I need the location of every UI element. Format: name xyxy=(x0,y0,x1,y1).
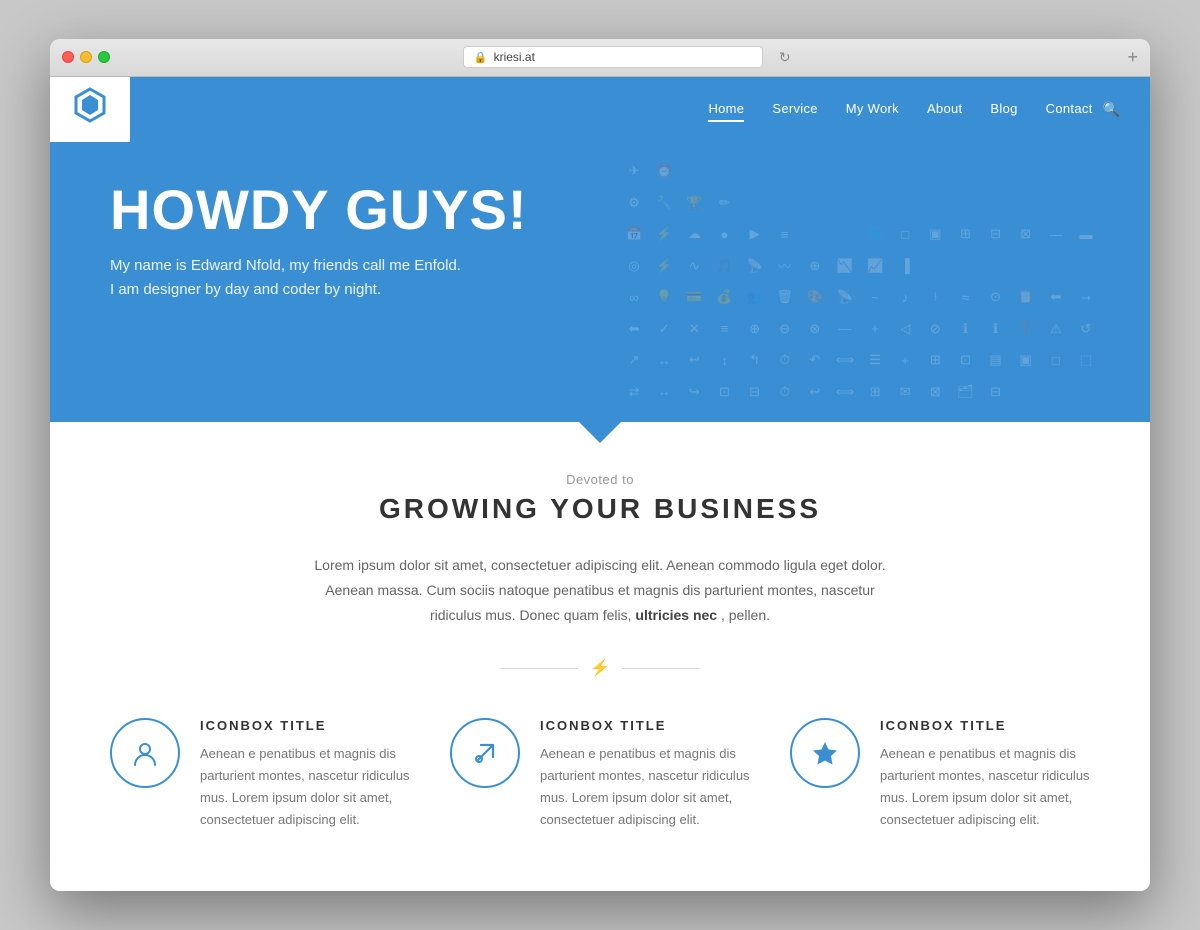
iconbox-2-title: ICONBOX TITLE xyxy=(540,718,750,733)
hero-section: HOWDY GUYS! My name is Edward Nfold, my … xyxy=(50,142,1150,422)
lightning-icon: ⚡ xyxy=(590,658,610,678)
new-tab-button[interactable]: + xyxy=(1127,48,1138,66)
section-title: GROWING YOUR BUSINESS xyxy=(110,493,1090,525)
iconbox-3-text: Aenean e penatibus et magnis dis parturi… xyxy=(880,743,1090,831)
devoted-label: Devoted to xyxy=(110,472,1090,487)
divider-line-left xyxy=(500,668,578,669)
iconbox-1-text: Aenean e penatibus et magnis dis parturi… xyxy=(200,743,410,831)
navbar: Home Service My Work About Blog Contact … xyxy=(50,77,1150,142)
url-text: kriesi.at xyxy=(494,50,535,64)
iconbox-3: ICONBOX TITLE Aenean e penatibus et magn… xyxy=(790,718,1090,831)
divider-line-right xyxy=(622,668,700,669)
nav-item-home[interactable]: Home xyxy=(708,100,744,118)
iconbox-2-text: Aenean e penatibus et magnis dis parturi… xyxy=(540,743,750,831)
logo-box[interactable] xyxy=(50,77,130,142)
address-bar-container: 🔒 kriesi.at ↻ xyxy=(126,46,1127,68)
close-button[interactable] xyxy=(62,51,74,63)
search-icon[interactable]: 🔍 xyxy=(1103,101,1120,118)
website-content: Home Service My Work About Blog Contact … xyxy=(50,77,1150,892)
nav-item-contact[interactable]: Contact xyxy=(1046,100,1093,118)
nav-item-service[interactable]: Service xyxy=(772,100,817,118)
iconbox-3-icon xyxy=(790,718,860,788)
refresh-button[interactable]: ↻ xyxy=(779,49,791,66)
browser-traffic-lights xyxy=(62,51,110,63)
nav-item-about[interactable]: About xyxy=(927,100,962,118)
iconbox-2-icon xyxy=(450,718,520,788)
iconbox-1-content: ICONBOX TITLE Aenean e penatibus et magn… xyxy=(200,718,410,831)
browser-window: 🔒 kriesi.at ↻ + Home Service My Work xyxy=(50,39,1150,892)
iconbox-1: ICONBOX TITLE Aenean e penatibus et magn… xyxy=(110,718,410,831)
hero-subtext: My name is Edward Nfold, my friends call… xyxy=(110,254,1090,302)
nav-item-mywork[interactable]: My Work xyxy=(846,100,899,118)
main-content-section: Devoted to GROWING YOUR BUSINESS Lorem i… xyxy=(50,422,1150,892)
logo-icon xyxy=(70,85,110,134)
iconbox-2-content: ICONBOX TITLE Aenean e penatibus et magn… xyxy=(540,718,750,831)
hero-arrow xyxy=(578,421,622,443)
lock-icon: 🔒 xyxy=(474,51,488,64)
section-description: Lorem ipsum dolor sit amet, consectetuer… xyxy=(290,553,910,629)
iconbox-1-title: ICONBOX TITLE xyxy=(200,718,410,733)
iconbox-1-icon xyxy=(110,718,180,788)
nav-item-blog[interactable]: Blog xyxy=(990,100,1017,118)
iconbox-3-content: ICONBOX TITLE Aenean e penatibus et magn… xyxy=(880,718,1090,831)
minimize-button[interactable] xyxy=(80,51,92,63)
bold-text: ultricies nec xyxy=(635,607,717,623)
hero-headline: HOWDY GUYS! xyxy=(110,182,1090,238)
hero-content: HOWDY GUYS! My name is Edward Nfold, my … xyxy=(110,182,1090,302)
iconbox-3-title: ICONBOX TITLE xyxy=(880,718,1090,733)
iconboxes-container: ICONBOX TITLE Aenean e penatibus et magn… xyxy=(110,718,1090,831)
section-divider: ⚡ xyxy=(500,658,700,678)
nav-links: Home Service My Work About Blog Contact xyxy=(708,100,1092,118)
browser-titlebar: 🔒 kriesi.at ↻ + xyxy=(50,39,1150,77)
maximize-button[interactable] xyxy=(98,51,110,63)
iconbox-2: ICONBOX TITLE Aenean e penatibus et magn… xyxy=(450,718,750,831)
address-bar[interactable]: 🔒 kriesi.at xyxy=(463,46,763,68)
